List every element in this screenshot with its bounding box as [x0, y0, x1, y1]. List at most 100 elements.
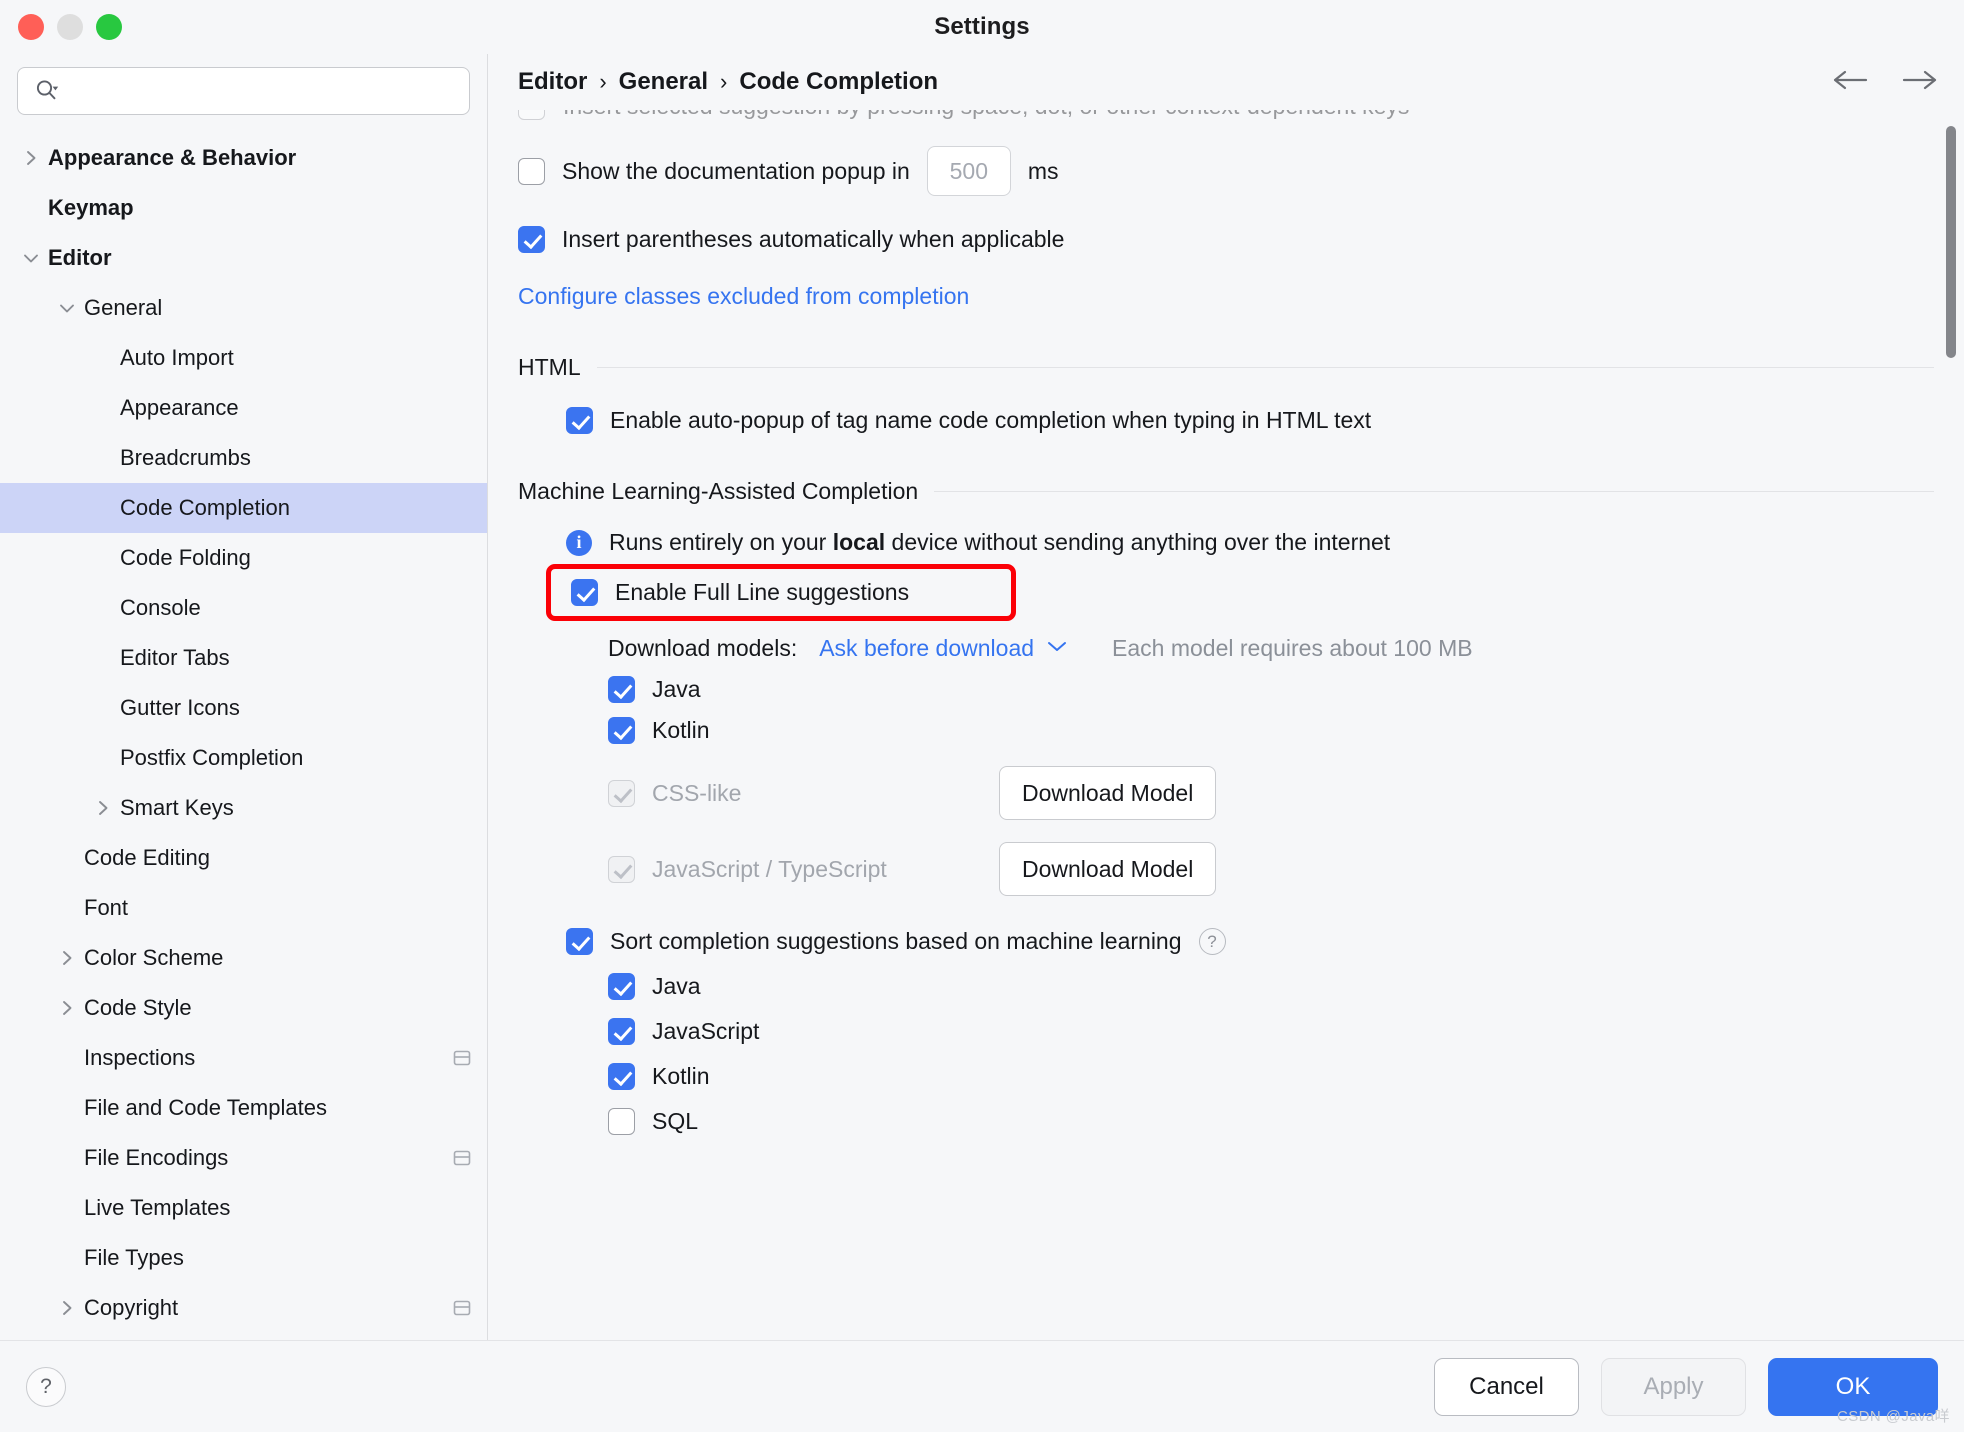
sidebar-item-label: Editor Tabs: [120, 645, 473, 671]
breadcrumb-general[interactable]: General: [619, 68, 708, 96]
sort-checkbox-java[interactable]: [608, 973, 635, 1000]
sidebar-item-font[interactable]: Font: [0, 883, 487, 933]
sidebar-item-color-scheme[interactable]: Color Scheme: [0, 933, 487, 983]
breadcrumb-editor[interactable]: Editor: [518, 68, 587, 96]
model-row-java[interactable]: Java: [608, 676, 1934, 703]
insert-selected-suggestion-row[interactable]: Insert selected suggestion by pressing s…: [518, 110, 1934, 120]
chevron-right-icon[interactable]: [14, 148, 48, 168]
sort-checkbox-javascript[interactable]: [608, 1018, 635, 1045]
download-models-selected-value[interactable]: Ask before download: [819, 635, 1034, 662]
insert-parentheses-label: Insert parentheses automatically when ap…: [562, 226, 1064, 253]
sidebar-item-label: Editor: [48, 245, 473, 271]
sort-row-sql[interactable]: SQL: [608, 1108, 1934, 1135]
cancel-button[interactable]: Cancel: [1434, 1358, 1579, 1416]
sidebar-item-console[interactable]: Console: [0, 583, 487, 633]
minimize-button[interactable]: [57, 14, 83, 40]
help-button[interactable]: ?: [26, 1367, 66, 1407]
sidebar-item-code-folding[interactable]: Code Folding: [0, 533, 487, 583]
chevron-right-icon[interactable]: [50, 1298, 84, 1318]
chevron-right-icon[interactable]: [50, 998, 84, 1018]
download-model-button-css-like[interactable]: Download Model: [999, 766, 1216, 820]
sort-row-javascript[interactable]: JavaScript: [608, 1018, 1934, 1045]
sidebar-item-label: Font: [84, 895, 473, 921]
html-auto-popup-row[interactable]: Enable auto-popup of tag name code compl…: [566, 407, 1934, 434]
sort-checkbox-kotlin[interactable]: [608, 1063, 635, 1090]
watermark: CSDN @Java咩: [1837, 1405, 1950, 1426]
sidebar-item-appearance[interactable]: Appearance: [0, 383, 487, 433]
sidebar-item-gutter-icons[interactable]: Gutter Icons: [0, 683, 487, 733]
sidebar-item-breadcrumbs[interactable]: Breadcrumbs: [0, 433, 487, 483]
sidebar-item-code-completion[interactable]: Code Completion: [0, 483, 487, 533]
search-input[interactable]: [68, 80, 457, 102]
sidebar-item-editor[interactable]: Editor: [0, 233, 487, 283]
model-checkbox-kotlin[interactable]: [608, 717, 635, 744]
settings-content: Editor › General › Code Completion: [488, 54, 1964, 1340]
model-row-kotlin[interactable]: Kotlin: [608, 717, 1934, 744]
sidebar-item-label: Breadcrumbs: [120, 445, 473, 471]
html-auto-popup-checkbox[interactable]: [566, 407, 593, 434]
documentation-popup-checkbox[interactable]: [518, 158, 545, 185]
sort-row-kotlin[interactable]: Kotlin: [608, 1063, 1934, 1090]
sort-checkbox-sql[interactable]: [608, 1108, 635, 1135]
help-icon[interactable]: ?: [1199, 928, 1226, 955]
sidebar-item-appearance-behavior[interactable]: Appearance & Behavior: [0, 133, 487, 183]
ml-section-divider: [934, 491, 1934, 492]
sidebar-item-keymap[interactable]: Keymap: [0, 183, 487, 233]
settings-scroll-area[interactable]: Insert selected suggestion by pressing s…: [488, 110, 1964, 1340]
ml-info-before: Runs entirely on your: [609, 529, 833, 555]
window-title: Settings: [934, 13, 1029, 41]
close-button[interactable]: [18, 14, 44, 40]
excluded-classes-row[interactable]: Configure classes excluded from completi…: [518, 283, 1934, 310]
sidebar-item-editor-tabs[interactable]: Editor Tabs: [0, 633, 487, 683]
chevron-right-icon[interactable]: [86, 798, 120, 818]
model-checkbox-java[interactable]: [608, 676, 635, 703]
documentation-popup-row[interactable]: Show the documentation popup in 500 ms: [518, 146, 1934, 196]
sort-completion-row[interactable]: Sort completion suggestions based on mac…: [566, 928, 1934, 955]
apply-button[interactable]: Apply: [1601, 1358, 1746, 1416]
sidebar-item-code-style[interactable]: Code Style: [0, 983, 487, 1033]
chevron-down-icon[interactable]: [50, 300, 84, 316]
model-row-css-like[interactable]: CSS-likeDownload Model: [608, 766, 1934, 820]
sidebar-item-label: File Encodings: [84, 1145, 443, 1171]
sidebar-item-file-encodings[interactable]: File Encodings: [0, 1133, 487, 1183]
sidebar-item-file-types[interactable]: File Types: [0, 1233, 487, 1283]
insert-parentheses-checkbox[interactable]: [518, 226, 545, 253]
download-model-button-javascript-typescript[interactable]: Download Model: [999, 842, 1216, 896]
full-line-suggestions-checkbox[interactable]: [571, 579, 598, 606]
sidebar-item-postfix-completion[interactable]: Postfix Completion: [0, 733, 487, 783]
sidebar-item-label: File and Code Templates: [84, 1095, 473, 1121]
insert-parentheses-row[interactable]: Insert parentheses automatically when ap…: [518, 226, 1934, 253]
maximize-button[interactable]: [96, 14, 122, 40]
navigation-arrows: [1830, 67, 1940, 98]
documentation-popup-delay-field[interactable]: 500: [927, 146, 1011, 196]
chevron-right-icon[interactable]: [50, 948, 84, 968]
sort-items-list: Java JavaScript Kotlin SQL: [518, 973, 1934, 1135]
vertical-scrollbar[interactable]: [1946, 126, 1956, 358]
chevron-down-icon[interactable]: [14, 250, 48, 266]
sidebar-item-file-and-code-templates[interactable]: File and Code Templates: [0, 1083, 487, 1133]
sidebar-item-code-editing[interactable]: Code Editing: [0, 833, 487, 883]
back-arrow-icon[interactable]: [1830, 67, 1870, 98]
html-auto-popup-label: Enable auto-popup of tag name code compl…: [610, 407, 1371, 434]
model-row-javascript-typescript[interactable]: JavaScript / TypeScriptDownload Model: [608, 842, 1934, 896]
insert-selected-suggestion-checkbox[interactable]: [518, 110, 545, 120]
sort-completion-checkbox[interactable]: [566, 928, 593, 955]
sidebar-item-label: Live Templates: [84, 1195, 473, 1221]
sidebar-item-label: Gutter Icons: [120, 695, 473, 721]
forward-arrow-icon[interactable]: [1900, 67, 1940, 98]
ml-section-header: Machine Learning-Assisted Completion: [518, 478, 1934, 505]
full-line-suggestions-row[interactable]: Enable Full Line suggestions: [546, 564, 1016, 621]
download-models-dropdown[interactable]: Ask before download: [819, 635, 1068, 662]
breadcrumb-code-completion: Code Completion: [739, 68, 938, 96]
sidebar-item-label: Appearance & Behavior: [48, 145, 473, 171]
sidebar-item-general[interactable]: General: [0, 283, 487, 333]
search-box[interactable]: [17, 67, 470, 115]
sort-row-java[interactable]: Java: [608, 973, 1934, 1000]
model-checkbox-css-like: [608, 780, 635, 807]
sidebar-item-live-templates[interactable]: Live Templates: [0, 1183, 487, 1233]
configure-excluded-classes-link[interactable]: Configure classes excluded from completi…: [518, 283, 969, 310]
sidebar-item-smart-keys[interactable]: Smart Keys: [0, 783, 487, 833]
sidebar-item-auto-import[interactable]: Auto Import: [0, 333, 487, 383]
sidebar-item-copyright[interactable]: Copyright: [0, 1283, 487, 1333]
sidebar-item-inspections[interactable]: Inspections: [0, 1033, 487, 1083]
